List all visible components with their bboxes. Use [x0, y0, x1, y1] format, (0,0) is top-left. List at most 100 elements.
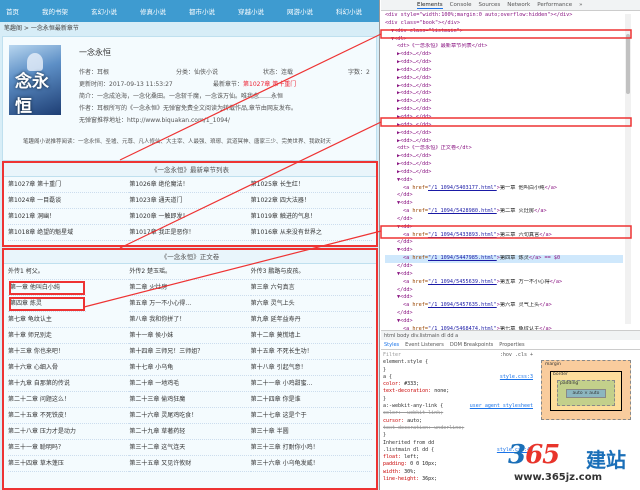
- dom-node[interactable]: </dd>: [385, 310, 623, 318]
- chapter-link[interactable]: 第1021章 洞幽！: [8, 209, 130, 225]
- styles-tab-1[interactable]: Event Listeners: [405, 342, 444, 348]
- dom-node[interactable]: <a href="/1_1094/5403177.html">第一章 他叫白小纯…: [385, 185, 623, 193]
- dom-node[interactable]: </dd>: [385, 192, 623, 200]
- dom-node[interactable]: ▶<dd>…</dd>: [385, 83, 623, 91]
- chapter-link[interactable]: 第十七章 小乌龟: [129, 360, 251, 376]
- chapter-link[interactable]: 第三十六章 小乌龟发威！: [250, 456, 372, 472]
- style-rule-line[interactable]: text-decoration: underline;: [383, 425, 533, 432]
- chapter-link[interactable]: 第二十六章 灵尾鸡吃食！: [129, 408, 251, 424]
- dom-node[interactable]: ▼<dd>: [385, 294, 623, 302]
- chapter-link[interactable]: 第1020章 一触即发！: [129, 209, 251, 225]
- chapter-link[interactable]: 外传3 鹏路与皮孩。: [250, 264, 372, 280]
- chapter-link[interactable]: 第1024章 一目磊谈: [8, 193, 130, 209]
- dom-node[interactable]: ▼<dd>: [385, 224, 623, 232]
- style-rule-line[interactable]: }: [383, 367, 533, 374]
- dom-node[interactable]: <a href="/1_1094/5455639.html">第五章 万一不小心…: [385, 279, 623, 287]
- chapter-link[interactable]: 第十一章 侯小妹: [129, 328, 251, 344]
- devtools-tab-3[interactable]: Network: [507, 2, 530, 8]
- chapter-link[interactable]: 第二十八章 压力才是动力: [8, 424, 130, 440]
- dom-node[interactable]: <div style="width:100%;margin:0 auto;ove…: [385, 12, 623, 20]
- styles-filter-row[interactable]: Filter:hov .cls +: [383, 352, 533, 359]
- dom-node[interactable]: ▶<dd>…</dd>: [385, 51, 623, 59]
- dom-node[interactable]: ▶<dd>…</dd>: [385, 169, 623, 177]
- chapter-link[interactable]: 第十二章 莫慌墙上: [250, 328, 372, 344]
- chapter-link[interactable]: 第十八章 引起气意！: [250, 360, 372, 376]
- devtools-tab-0[interactable]: Elements: [417, 2, 443, 9]
- chapter-link[interactable]: 第二十五章 不死铁皮！: [8, 408, 130, 424]
- dom-node[interactable]: ▶<dd>…</dd>: [385, 67, 623, 75]
- chapter-link[interactable]: 第一章 他叫白小纯: [8, 280, 86, 296]
- dom-scrollbar[interactable]: [625, 14, 631, 324]
- chapter-link[interactable]: 第1023章 通天道门: [129, 193, 251, 209]
- dom-node[interactable]: <a href="/1_1094/5428980.html">第二章 火灶房</…: [385, 208, 623, 216]
- chapter-link[interactable]: 第1022章 四大法器！: [250, 193, 372, 209]
- nav-item-3[interactable]: 修真小说: [140, 6, 166, 16]
- style-source-link[interactable]: style.css:3: [500, 374, 533, 381]
- chapter-link[interactable]: 第五章 万一不小心得…: [129, 296, 251, 312]
- chapter-link[interactable]: 第三十四章 草木蓬压: [8, 456, 130, 472]
- chapter-link[interactable]: 第九章 延年益寿丹: [250, 312, 372, 328]
- dom-node[interactable]: </dd>: [385, 263, 623, 271]
- dom-node[interactable]: ▼<dd>: [385, 177, 623, 185]
- dom-node[interactable]: </dd>: [385, 239, 623, 247]
- dom-node[interactable]: ▶<dd>…</dd>: [385, 106, 623, 114]
- book-cover-image[interactable]: 念永恒: [9, 45, 61, 115]
- dom-node[interactable]: ▶<dd>…</dd>: [385, 130, 623, 138]
- chapter-link[interactable]: 第1016章 从来没有世界之: [250, 225, 372, 241]
- dom-node[interactable]: ▶<dd>…</dd>: [385, 122, 623, 130]
- dom-node[interactable]: ▶<dd>…</dd>: [385, 75, 623, 83]
- chapter-link[interactable]: 第1025章 长生红！: [250, 177, 372, 193]
- chapter-link[interactable]: 第1027章 第十重门: [8, 177, 130, 193]
- dom-node[interactable]: </dd>: [385, 216, 623, 224]
- chapter-link[interactable]: 第十五章 不死长生功！: [250, 344, 372, 360]
- chapter-link[interactable]: 第十四章 三师兄！三师姐？: [129, 344, 251, 360]
- dom-node[interactable]: ▼<dd>: [385, 200, 623, 208]
- nav-item-5[interactable]: 穿越小说: [238, 6, 264, 16]
- dom-node[interactable]: ▼<dd>: [385, 271, 623, 279]
- dom-node[interactable]: ▶<dd>…</dd>: [385, 138, 623, 146]
- dom-node[interactable]: <dt>《一念永恒》正文卷</dt>: [385, 145, 623, 153]
- chapter-link[interactable]: 第二十一章 小鸡甜蜜…: [250, 376, 372, 392]
- chapter-link[interactable]: 第二十四章 你是谁: [250, 392, 372, 408]
- style-rule-line[interactable]: color: -webkit-link;: [383, 410, 533, 417]
- chapter-link[interactable]: 第1018章 绝望的魁星域: [8, 225, 130, 241]
- chapter-link[interactable]: 第三十二章 这气连天: [129, 440, 251, 456]
- chapter-link[interactable]: 外传2 楚玉瑶。: [129, 264, 251, 280]
- chapter-link[interactable]: 第十三章 你也来吧！: [8, 344, 130, 360]
- dom-node[interactable]: ▶<dd>…</dd>: [385, 153, 623, 161]
- dom-node[interactable]: <dt>《一念永恒》最新章节列表</dt>: [385, 43, 623, 51]
- style-rule-line[interactable]: color: #333;: [383, 381, 533, 388]
- chapter-link[interactable]: 第十章 师兄别走: [8, 328, 130, 344]
- dom-node[interactable]: <a href="/1_1094/5457635.html">第六章 灵气上头<…: [385, 302, 623, 310]
- latest-chapter[interactable]: 最新章节：第1027章 第十重门: [213, 79, 296, 88]
- chapter-link[interactable]: 第三十五章 又见许攸财: [129, 456, 251, 472]
- style-rule-line[interactable]: element.style {: [383, 359, 533, 366]
- dom-node[interactable]: ▶<dd>…</dd>: [385, 98, 623, 106]
- style-rule-line[interactable]: cursor: auto;: [383, 418, 533, 425]
- style-rule-line[interactable]: style.css:3 a {: [383, 374, 533, 381]
- chapter-link[interactable]: 第六章 灵气上头: [250, 296, 372, 312]
- dom-node[interactable]: <div class="book"></div>: [385, 20, 623, 28]
- dom-node[interactable]: ▼<dd>: [385, 318, 623, 326]
- dom-node[interactable]: ▼<dd>: [385, 247, 623, 255]
- dom-breadcrumb[interactable]: html body div.listmain dl dd a: [381, 330, 640, 340]
- chapter-link[interactable]: 第二章 火灶房: [129, 280, 251, 296]
- nav-item-2[interactable]: 玄幻小说: [91, 6, 117, 16]
- styles-tab-0[interactable]: Styles: [384, 342, 399, 348]
- chapter-link[interactable]: 外传1 柯父。: [8, 264, 130, 280]
- styles-tab-2[interactable]: DOM Breakpoints: [450, 342, 493, 348]
- chapter-link[interactable]: 第1019章 触进的气息！: [250, 209, 372, 225]
- chapter-link[interactable]: 第二十章 一地鸡毛: [129, 376, 251, 392]
- dom-node[interactable]: ▶<dd>…</dd>: [385, 161, 623, 169]
- style-rule-line[interactable]: }: [383, 432, 533, 439]
- chapter-link[interactable]: 第1017章 我正是恶你！: [129, 225, 251, 241]
- chapter-link[interactable]: 第二十九章 草著药轻: [129, 424, 251, 440]
- chapter-link[interactable]: 第十九章 自那第的传说: [8, 376, 130, 392]
- nav-item-7[interactable]: 科幻小说: [336, 6, 362, 16]
- chapter-link[interactable]: 第三十章 半圆: [250, 424, 372, 440]
- chapter-link[interactable]: 第二十三章 偷鸡狂魔: [129, 392, 251, 408]
- chapter-link[interactable]: 第八章 我和你拼了！: [129, 312, 251, 328]
- chapter-link[interactable]: 第二十七章 这是个于: [250, 408, 372, 424]
- dom-node[interactable]: ▶<dd>…</dd>: [385, 59, 623, 67]
- nav-item-4[interactable]: 都市小说: [189, 6, 215, 16]
